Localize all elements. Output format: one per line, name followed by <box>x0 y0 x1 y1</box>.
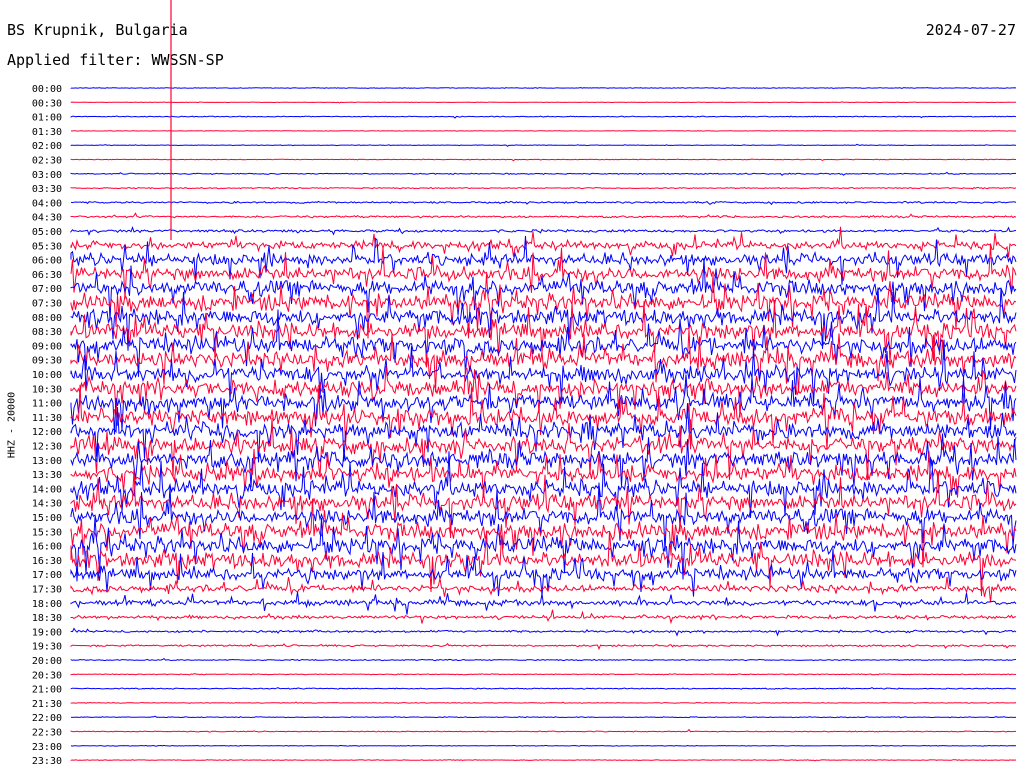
row-label: 01:30 <box>32 127 62 138</box>
trace-line <box>70 115 1017 119</box>
row-label: 04:00 <box>32 198 62 209</box>
trace-line <box>70 469 1017 539</box>
trace-line <box>70 642 1017 651</box>
row-label: 01:00 <box>32 113 62 124</box>
row-label: 03:00 <box>32 170 62 181</box>
trace-line <box>70 627 1017 637</box>
trace-line <box>70 200 1017 206</box>
row-label: 14:30 <box>32 499 62 510</box>
row-label: 06:00 <box>32 256 62 267</box>
trace-line <box>70 171 1017 176</box>
row-label: 12:30 <box>32 442 62 453</box>
row-label: 22:00 <box>32 713 62 724</box>
trace-line <box>70 87 1017 90</box>
row-label: 18:30 <box>32 613 62 624</box>
row-label: 00:30 <box>32 98 62 109</box>
trace-line <box>70 244 1017 299</box>
row-label: 05:30 <box>32 241 62 252</box>
row-label: 18:00 <box>32 599 62 610</box>
trace-line <box>70 403 1017 463</box>
trace-line <box>70 212 1017 219</box>
trace-line <box>70 609 1017 625</box>
trace-line <box>70 744 1017 747</box>
row-label: 08:00 <box>32 313 62 324</box>
trace-line <box>70 143 1017 147</box>
trace-line <box>70 130 1016 132</box>
row-label: 08:30 <box>32 327 62 338</box>
row-label-group: 00:00 00:30 01:00 01:30 02:00 02:30 03:00 03:30… <box>32 84 62 767</box>
row-label: 16:30 <box>32 556 62 567</box>
helicorder-plot: 00:00 00:30 01:00 01:30 02:00 02:30 03:00 03:30… <box>32 0 1017 767</box>
row-label: 16:00 <box>32 542 62 553</box>
trace-line <box>70 657 1017 662</box>
row-label: 19:30 <box>32 642 62 653</box>
trace-line <box>70 728 1016 733</box>
row-label: 10:30 <box>32 384 62 395</box>
trace-line <box>70 715 1017 719</box>
row-label: 14:00 <box>32 484 62 495</box>
row-label: 17:00 <box>32 570 62 581</box>
trace-line <box>70 158 1016 162</box>
row-label: 02:00 <box>32 141 62 152</box>
row-label: 13:00 <box>32 456 62 467</box>
row-label: 00:00 <box>32 84 62 95</box>
row-label: 20:00 <box>32 656 62 667</box>
row-label: 07:00 <box>32 284 62 295</box>
row-label: 20:30 <box>32 670 62 681</box>
row-label: 21:30 <box>32 699 62 710</box>
trace-line <box>70 257 1017 321</box>
row-label: 17:30 <box>32 585 62 596</box>
trace-line <box>70 517 1017 582</box>
row-label: 07:30 <box>32 299 62 310</box>
row-label: 23:00 <box>32 742 62 753</box>
row-label: 04:30 <box>32 213 62 224</box>
row-label: 02:30 <box>32 156 62 167</box>
row-label: 03:30 <box>32 184 62 195</box>
row-label: 21:00 <box>32 685 62 696</box>
row-label: 15:30 <box>32 527 62 538</box>
row-label: 11:30 <box>32 413 62 424</box>
trace-group <box>70 0 1017 762</box>
trace-line <box>70 225 1017 237</box>
trace-line <box>70 673 1017 676</box>
trace-line <box>70 299 1017 368</box>
trace-line <box>70 101 1017 104</box>
row-label: 12:00 <box>32 427 62 438</box>
row-label: 11:00 <box>32 399 62 410</box>
trace-line <box>70 591 1017 615</box>
trace-line <box>70 759 1017 762</box>
row-label: 19:00 <box>32 627 62 638</box>
trace-line <box>70 329 1017 393</box>
row-label: 09:30 <box>32 356 62 367</box>
row-label: 22:30 <box>32 728 62 739</box>
trace-line <box>70 687 1017 690</box>
trace-line <box>70 186 1017 190</box>
row-label: 23:30 <box>32 756 62 767</box>
row-label: 15:00 <box>32 513 62 524</box>
row-label: 05:00 <box>32 227 62 238</box>
row-label: 09:00 <box>32 341 62 352</box>
row-label: 13:30 <box>32 470 62 481</box>
trace-line <box>70 530 1017 597</box>
trace-line <box>70 448 1017 498</box>
trace-line <box>70 701 1017 704</box>
row-label: 10:00 <box>32 370 62 381</box>
row-label: 06:30 <box>32 270 62 281</box>
